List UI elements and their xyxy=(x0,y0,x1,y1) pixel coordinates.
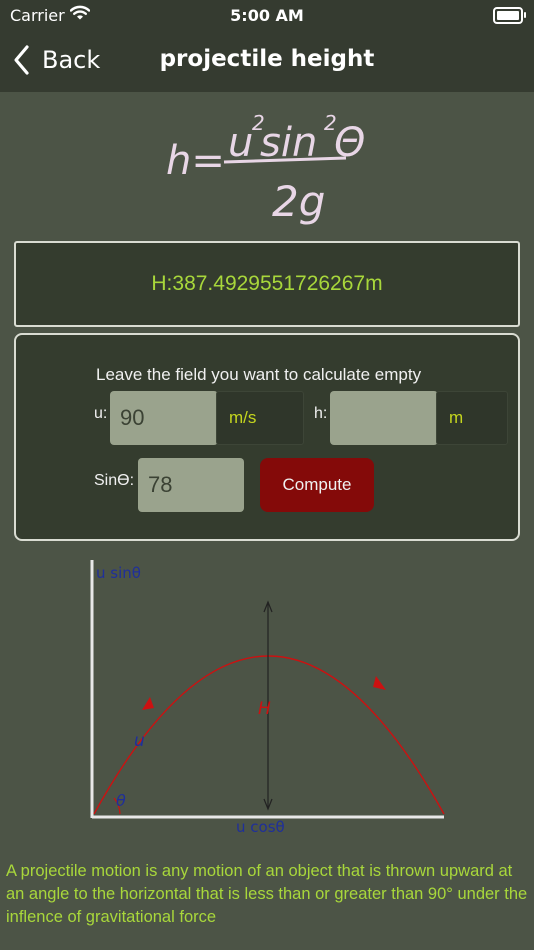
sin-input[interactable] xyxy=(138,458,244,512)
diagram-angle-label: θ xyxy=(116,791,126,810)
diagram-trajectory xyxy=(93,655,445,815)
sin-label: Sinϴ: xyxy=(94,472,135,489)
h-unit: m xyxy=(436,391,508,445)
h-input[interactable] xyxy=(330,391,438,445)
status-bar: Carrier 5:00 AM xyxy=(0,0,534,30)
formula-lhs: h= xyxy=(166,138,225,184)
battery-icon xyxy=(493,7,526,24)
page-title: projectile height xyxy=(159,46,375,72)
compute-button[interactable]: Compute xyxy=(260,458,374,512)
u-unit: m/s xyxy=(216,391,304,445)
h-label: h: xyxy=(314,405,328,422)
diagram-x-axis-label: u cosθ xyxy=(236,818,285,836)
result-panel: H:387.4929551726267m xyxy=(14,241,520,327)
description-text: A projectile motion is any motion of an … xyxy=(6,862,528,926)
result-text: H:387.4929551726267m xyxy=(151,272,383,295)
clock: 5:00 AM xyxy=(230,6,304,25)
diagram-height-label: H xyxy=(258,699,271,719)
formula-denominator: 2g xyxy=(272,177,325,226)
diagram-arrow-left xyxy=(142,697,154,710)
calculator-panel: Leave the field you want to calculate em… xyxy=(14,333,520,541)
diagram-arrow-right xyxy=(373,676,386,690)
projectile-diagram: u sinθ u cosθ H u θ xyxy=(90,560,445,836)
navigation-bar: Back projectile height xyxy=(0,30,534,92)
formula-image: h= u 2 sin 2 Θ 2g xyxy=(166,111,365,226)
diagram-y-axis-label: u sinθ xyxy=(96,564,141,582)
formula-num-u: u xyxy=(228,120,253,166)
diagram-velocity-label: u xyxy=(134,731,145,751)
u-label: u: xyxy=(94,405,108,422)
h-unit-label: m xyxy=(449,408,464,427)
instruction-text: Leave the field you want to calculate em… xyxy=(96,365,422,384)
u-unit-label: m/s xyxy=(229,408,257,427)
u-input[interactable] xyxy=(110,391,218,445)
